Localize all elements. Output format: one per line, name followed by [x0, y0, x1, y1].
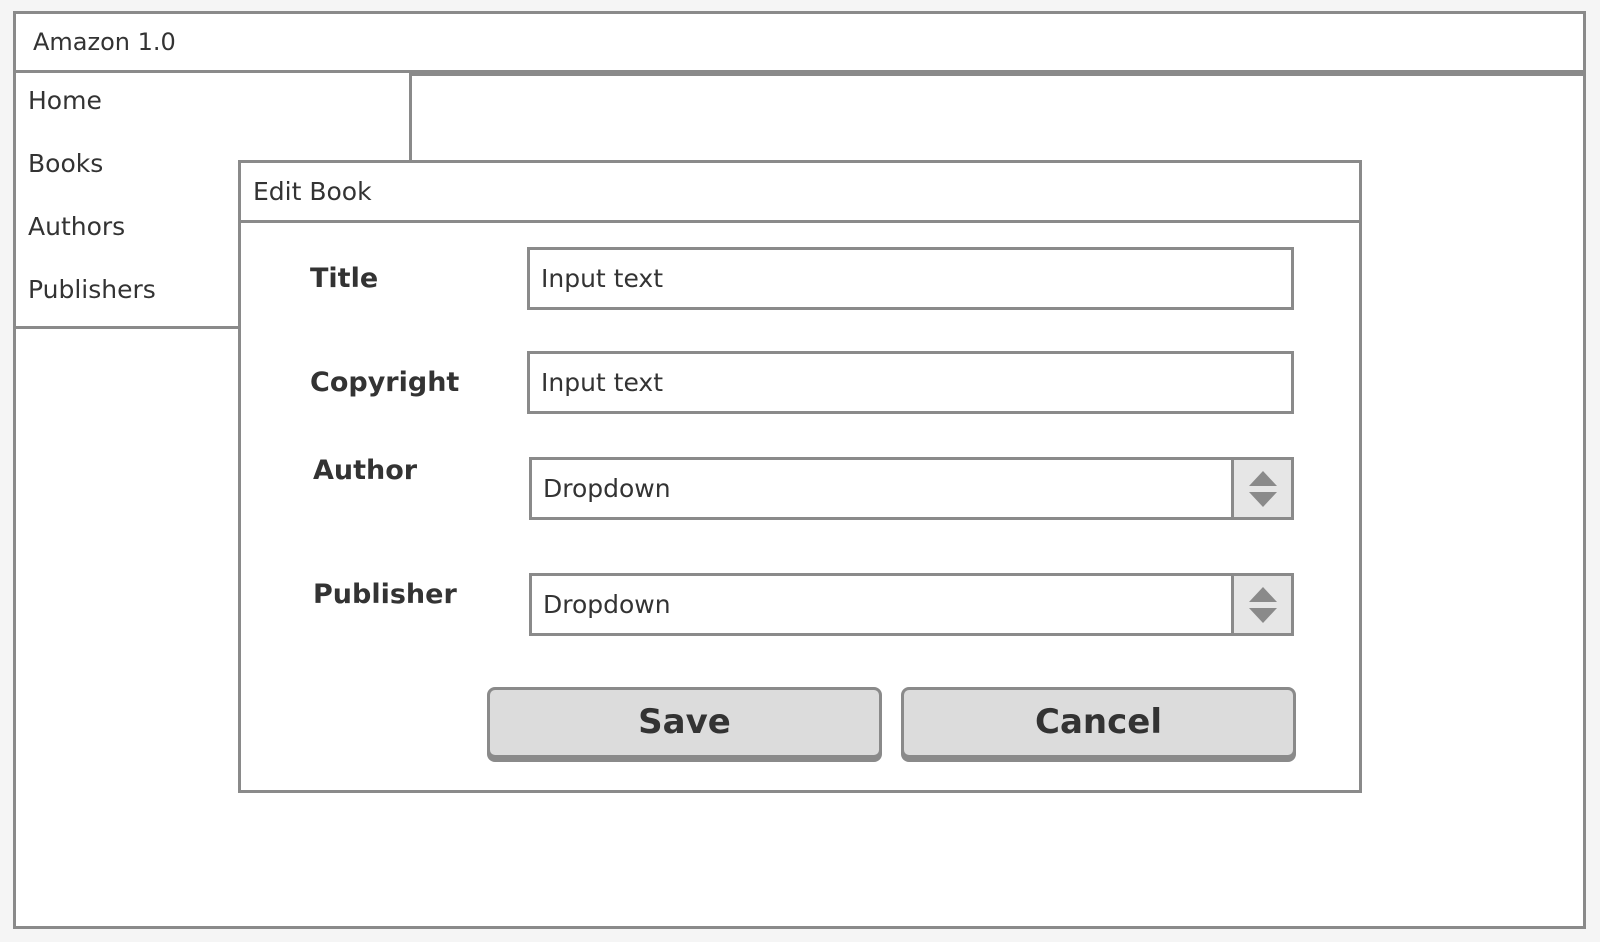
publisher-dropdown-value: Dropdown	[543, 590, 671, 619]
sidebar-item-home[interactable]: Home	[28, 86, 102, 115]
author-label: Author	[313, 455, 418, 486]
copyright-input[interactable]: Input text	[527, 351, 1294, 414]
updown-arrows-icon	[1248, 470, 1277, 507]
updown-arrows-icon	[1248, 586, 1277, 623]
sidebar-item-books[interactable]: Books	[28, 149, 103, 178]
save-button[interactable]: Save	[487, 687, 882, 758]
title-label: Title	[310, 263, 379, 294]
publisher-dropdown[interactable]: Dropdown	[529, 573, 1294, 636]
sidebar-item-authors[interactable]: Authors	[28, 212, 125, 241]
author-dropdown-button[interactable]	[1231, 460, 1291, 517]
author-dropdown-value: Dropdown	[543, 474, 671, 503]
sidebar-item-publishers[interactable]: Publishers	[28, 275, 156, 304]
cancel-button[interactable]: Cancel	[901, 687, 1296, 758]
edit-book-dialog: Edit Book Title Input text Copyright Inp…	[238, 160, 1362, 793]
dialog-header: Edit Book	[241, 163, 1359, 223]
publisher-label: Publisher	[313, 579, 457, 610]
title-input[interactable]: Input text	[527, 247, 1294, 310]
app-title: Amazon 1.0	[33, 28, 176, 56]
publisher-dropdown-button[interactable]	[1231, 576, 1291, 633]
copyright-label: Copyright	[310, 367, 460, 398]
title-bar: Amazon 1.0	[13, 11, 1586, 73]
author-dropdown[interactable]: Dropdown	[529, 457, 1294, 520]
dialog-title: Edit Book	[253, 177, 372, 206]
